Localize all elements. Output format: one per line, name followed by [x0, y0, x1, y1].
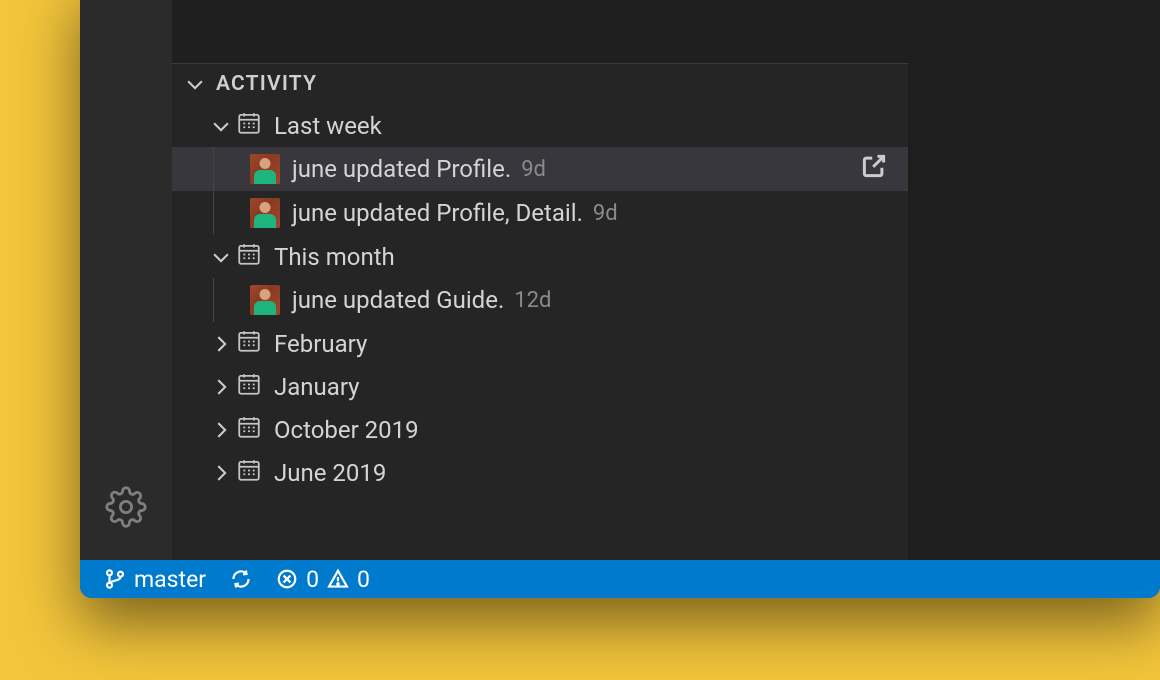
git-branch-button[interactable]: master	[96, 566, 214, 593]
calendar-icon	[236, 371, 262, 403]
warning-icon	[327, 568, 349, 590]
calendar-icon	[236, 328, 262, 360]
activity-group[interactable]: June 2019	[172, 451, 908, 494]
activity-bar	[80, 0, 172, 560]
chevron-down-icon	[206, 115, 236, 137]
activity-group-label: January	[274, 373, 360, 401]
calendar-icon	[236, 110, 262, 142]
chevron-right-icon	[206, 376, 236, 398]
editor-placeholder	[172, 0, 908, 64]
activity-item-ago: 9d	[593, 201, 618, 226]
activity-group[interactable]: This month	[172, 235, 908, 278]
activity-item[interactable]: june updated Profile. 9d	[172, 147, 908, 191]
activity-group-label: October 2019	[274, 416, 419, 444]
calendar-icon	[236, 457, 262, 489]
activity-item-text: june updated Profile.	[292, 155, 511, 183]
activity-group[interactable]: Last week	[172, 104, 908, 147]
sync-button[interactable]	[222, 568, 260, 590]
gear-icon	[105, 486, 147, 528]
activity-section-header[interactable]: Activity	[172, 64, 908, 104]
chevron-down-icon	[206, 246, 236, 268]
editor-area	[908, 0, 1160, 560]
activity-group[interactable]: February	[172, 322, 908, 365]
activity-item-ago: 12d	[514, 288, 551, 313]
settings-button[interactable]	[105, 486, 147, 532]
activity-item-text: june updated Guide.	[292, 286, 504, 314]
warning-count: 0	[357, 566, 370, 593]
activity-tree: Last weekjune updated Profile.9djune upd…	[172, 104, 908, 560]
calendar-icon	[236, 241, 262, 273]
activity-group[interactable]: October 2019	[172, 408, 908, 451]
problems-button[interactable]: 0 0	[268, 566, 378, 593]
calendar-icon	[236, 414, 262, 446]
git-branch-name: master	[134, 566, 206, 593]
upper-region: Activity Last week june updated Profile. 9…	[80, 0, 1160, 560]
git-branch-icon	[104, 568, 126, 590]
error-count: 0	[306, 566, 319, 593]
activity-item[interactable]: june updated Profile, Detail. 9d	[172, 191, 908, 235]
activity-group-label: This month	[274, 243, 395, 271]
activity-item-ago: 9d	[521, 157, 546, 182]
activity-group-label: Last week	[274, 112, 382, 140]
activity-item[interactable]: june updated Guide. 12d	[172, 278, 908, 322]
avatar	[250, 285, 280, 315]
editor-window: Activity Last week june updated Profile. 9…	[80, 0, 1160, 598]
sync-icon	[230, 568, 252, 590]
chevron-down-icon	[184, 73, 206, 95]
chevron-right-icon	[206, 333, 236, 355]
avatar	[250, 198, 280, 228]
chevron-right-icon	[206, 419, 236, 441]
activity-group[interactable]: January	[172, 365, 908, 408]
activity-section-title: Activity	[216, 72, 317, 96]
sidebar: Activity Last week june updated Profile. 9…	[172, 0, 908, 560]
activity-group-label: February	[274, 330, 367, 358]
activity-group-label: June 2019	[274, 459, 386, 487]
statusbar: master 0 0	[80, 560, 1160, 598]
avatar	[250, 154, 280, 184]
activity-item-text: june updated Profile, Detail.	[292, 199, 583, 227]
chevron-right-icon	[206, 462, 236, 484]
open-link-button[interactable]	[860, 152, 908, 186]
error-icon	[276, 568, 298, 590]
